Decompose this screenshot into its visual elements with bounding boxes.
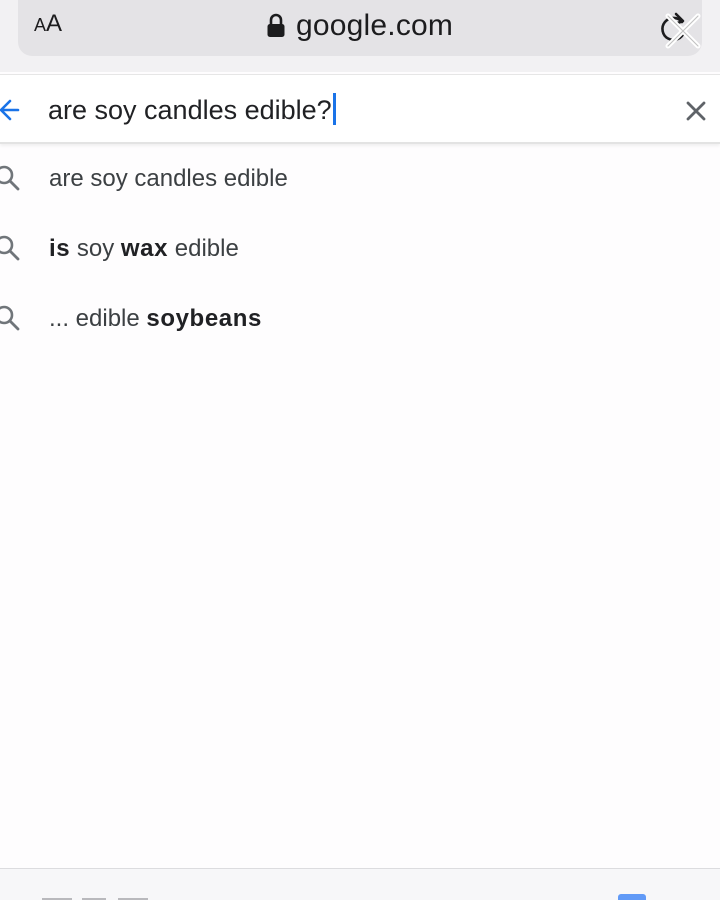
clear-search-button[interactable] bbox=[684, 99, 708, 123]
url-display[interactable]: google.com bbox=[266, 8, 453, 44]
search-input[interactable]: are soy candles edible? bbox=[48, 89, 608, 131]
suggestion-item[interactable]: ... edible soybeans bbox=[0, 285, 720, 355]
search-query-text: are soy candles edible? bbox=[48, 95, 332, 125]
close-icon[interactable] bbox=[662, 10, 704, 52]
suggestion-bold-part: is bbox=[49, 235, 71, 262]
suggestion-bold-part: wax bbox=[120, 235, 169, 262]
lock-icon bbox=[266, 13, 286, 39]
suggestion-part: are soy candles edible bbox=[49, 165, 288, 192]
text-size-button[interactable]: AA bbox=[34, 10, 62, 38]
suggestion-text: ... edible soybeans bbox=[49, 305, 262, 333]
browser-chrome: AA google.com bbox=[0, 0, 720, 72]
text-size-large-label: A bbox=[46, 10, 63, 37]
suggestion-item[interactable]: is soy wax edible bbox=[0, 215, 720, 285]
bottom-toolbar bbox=[0, 868, 720, 900]
suggestion-text: is soy wax edible bbox=[49, 235, 239, 263]
suggestion-bold-part: soybeans bbox=[146, 305, 262, 332]
url-text: google.com bbox=[296, 9, 454, 42]
search-icon bbox=[0, 305, 20, 331]
search-icon bbox=[0, 165, 20, 191]
text-caret bbox=[332, 93, 336, 125]
suggestion-item[interactable]: are soy candles edible bbox=[0, 145, 720, 215]
text-size-small-label: A bbox=[34, 15, 47, 35]
toolbar-item-hint bbox=[42, 898, 148, 900]
suggestion-part: ... edible bbox=[49, 305, 147, 332]
search-icon bbox=[0, 235, 20, 261]
suggestion-text: are soy candles edible bbox=[49, 165, 288, 193]
suggestion-part: soy bbox=[70, 235, 121, 262]
search-box: are soy candles edible? bbox=[0, 74, 720, 144]
suggestion-list: are soy candles edible is soy wax edible.… bbox=[0, 145, 720, 355]
toolbar-button-hint[interactable] bbox=[618, 894, 646, 900]
back-arrow-icon[interactable] bbox=[0, 97, 20, 123]
suggestion-part: edible bbox=[168, 235, 239, 262]
